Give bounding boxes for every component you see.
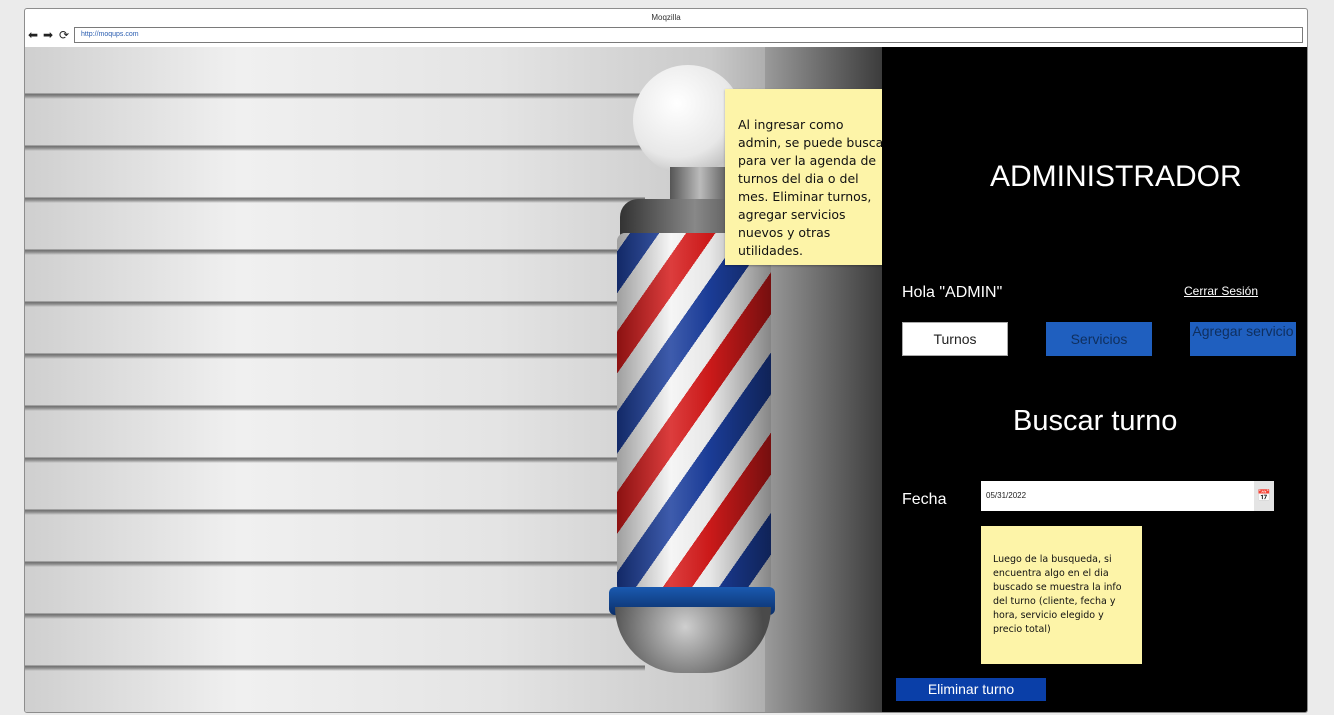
search-title: Buscar turno — [1013, 405, 1178, 437]
window-title: Moqzilla — [651, 13, 681, 22]
wall-slats — [25, 47, 645, 712]
date-label: Fecha — [902, 491, 947, 508]
page-title: ADMINISTRADOR — [990, 160, 1242, 193]
pole-shading — [617, 233, 771, 593]
admin-panel: ADMINISTRADOR Hola "ADMIN" Cerrar Sesión… — [882, 47, 1307, 712]
greeting-text: Hola "ADMIN" — [902, 284, 1003, 301]
date-value: 05/31/2022 — [986, 491, 1027, 500]
date-input[interactable]: 05/31/2022 📅 — [981, 481, 1274, 511]
nav-bar: ⬅ ➡ ⟳ http://moqups.com — [25, 26, 1307, 46]
eliminar-turno-button[interactable]: Eliminar turno — [896, 678, 1046, 701]
pole-neck — [670, 167, 730, 203]
logout-link[interactable]: Cerrar Sesión — [1184, 284, 1258, 298]
browser-window: Moqzilla ⬅ ➡ ⟳ http://moqups.com Al ingr… — [24, 8, 1308, 713]
agregar-servicio-button[interactable]: Agregar servicio — [1190, 322, 1296, 356]
reload-icon[interactable]: ⟳ — [59, 27, 69, 43]
page-content: Al ingresar como admin, se puede buscar … — [25, 47, 1307, 712]
forward-arrow-icon[interactable]: ➡ — [43, 27, 53, 43]
sticky-note-search-info: Luego de la busqueda, si encuentra algo … — [981, 526, 1142, 664]
sticky-note-admin-info: Al ingresar como admin, se puede buscar … — [725, 89, 902, 265]
servicios-button[interactable]: Servicios — [1046, 322, 1152, 356]
calendar-icon[interactable]: 📅 — [1254, 481, 1274, 511]
url-bar[interactable]: http://moqups.com — [74, 27, 1303, 43]
back-arrow-icon[interactable]: ⬅ — [28, 27, 38, 43]
turnos-button[interactable]: Turnos — [902, 322, 1008, 356]
